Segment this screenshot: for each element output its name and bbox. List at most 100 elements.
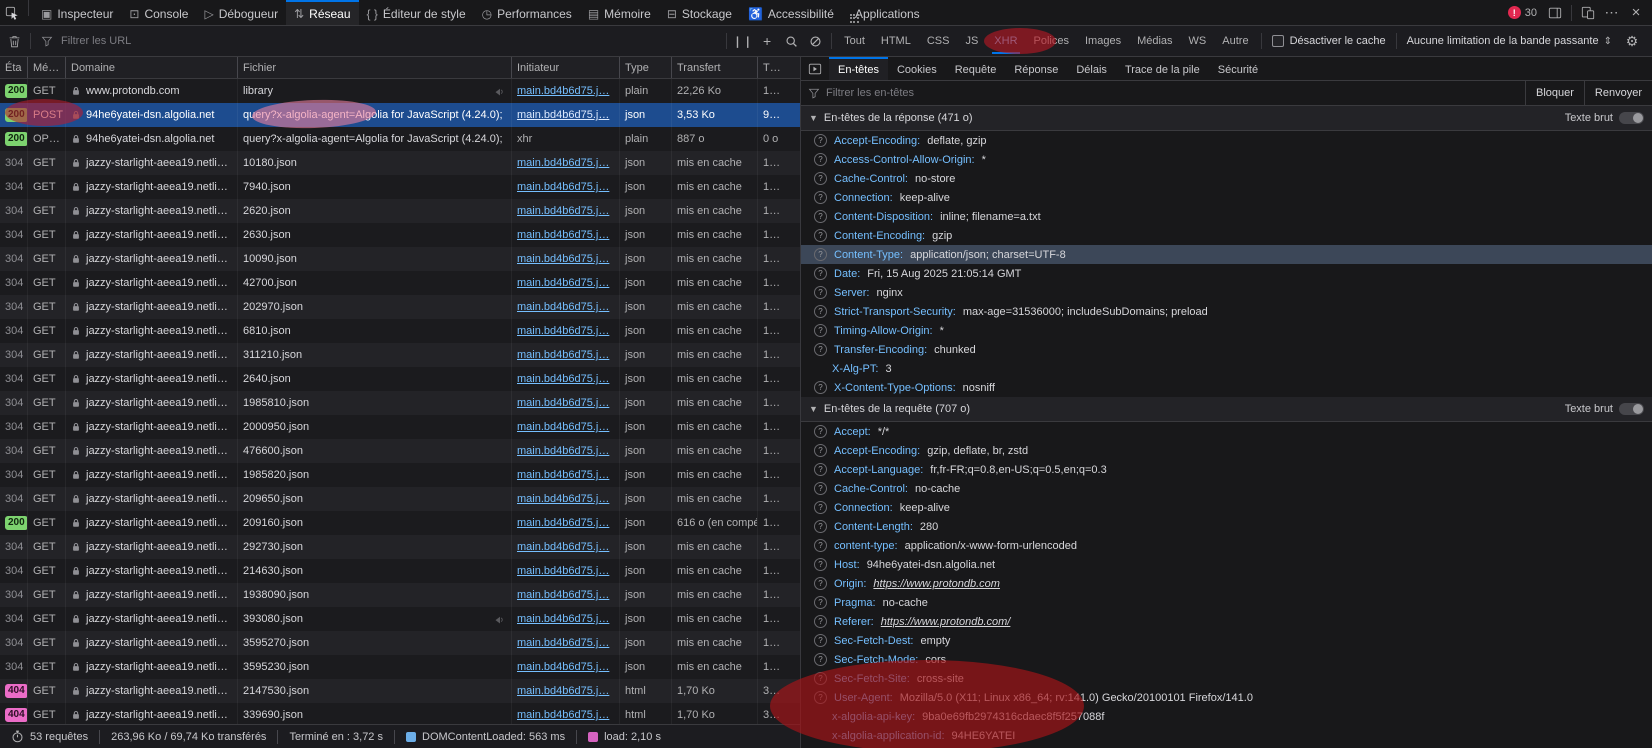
table-row[interactable]: 200OP…94he6yatei-dsn.algolia.netquery?x-… — [0, 127, 800, 151]
help-icon[interactable]: ? — [814, 653, 827, 666]
request-header-row[interactable]: ?Content-Length:280 — [801, 517, 1652, 536]
request-header-row[interactable]: ?Host:94he6yatei-dsn.algolia.net — [801, 555, 1652, 574]
table-row[interactable]: 304GETjazzy-starlight-aeea19.netli…10090… — [0, 247, 800, 271]
help-icon[interactable]: ? — [814, 596, 827, 609]
headers-filter-input[interactable] — [820, 87, 1525, 99]
table-row[interactable]: 304GETjazzy-starlight-aeea19.netli…47660… — [0, 439, 800, 463]
details-tab-r-ponse[interactable]: Réponse — [1005, 57, 1067, 80]
table-row[interactable]: 304GETjazzy-starlight-aeea19.netli…2640.… — [0, 367, 800, 391]
resend-request-button[interactable]: Renvoyer — [1584, 81, 1652, 105]
new-request-button[interactable]: + — [755, 26, 779, 56]
table-row[interactable]: 304GETjazzy-starlight-aeea19.netli…2620.… — [0, 199, 800, 223]
response-header-row[interactable]: X-Alg-PT:3 — [801, 359, 1652, 378]
initiator-link[interactable]: main.bd4b6d75.j… — [517, 709, 609, 721]
header-value-link[interactable]: https://www.protondb.com/ — [881, 616, 1011, 628]
request-header-row[interactable]: ?Connection:keep-alive — [801, 498, 1652, 517]
error-count-badge[interactable]: ! 30 — [1502, 6, 1543, 19]
table-row[interactable]: 304GETjazzy-starlight-aeea19.netli…19858… — [0, 463, 800, 487]
header-value-link[interactable]: https://www.protondb.com — [873, 578, 1000, 590]
request-header-row[interactable]: ?content-type:application/x-www-form-url… — [801, 536, 1652, 555]
help-icon[interactable]: ? — [814, 672, 827, 685]
help-icon[interactable]: ? — [814, 305, 827, 318]
type-filter-css[interactable]: CSS — [919, 26, 958, 56]
request-header-row[interactable]: x-algolia-application-id:94HE6YATEI — [801, 726, 1652, 745]
help-icon[interactable]: ? — [814, 501, 827, 514]
tab-d-bogueur[interactable]: ▷Débogueur — [196, 0, 286, 25]
initiator-link[interactable]: main.bd4b6d75.j… — [517, 277, 609, 289]
pause-traffic-button[interactable]: ❘❘ — [731, 26, 755, 56]
table-row[interactable]: 200GETjazzy-starlight-aeea19.netli…20916… — [0, 511, 800, 535]
response-header-row[interactable]: ?Transfer-Encoding:chunked — [801, 340, 1652, 359]
help-icon[interactable]: ? — [814, 634, 827, 647]
response-header-row[interactable]: ?X-Content-Type-Options:nosniff — [801, 378, 1652, 397]
table-row[interactable]: 304GETjazzy-starlight-aeea19.netli…42700… — [0, 271, 800, 295]
initiator-link[interactable]: main.bd4b6d75.j… — [517, 109, 609, 121]
help-icon[interactable]: ? — [814, 520, 827, 533]
initiator-link[interactable]: main.bd4b6d75.j… — [517, 541, 609, 553]
load-time[interactable]: load: 2,10 s — [576, 730, 672, 744]
initiator-link[interactable]: main.bd4b6d75.j… — [517, 85, 609, 97]
responsive-mode-button[interactable] — [1576, 0, 1600, 25]
column-header-0[interactable]: Éta — [0, 57, 28, 78]
help-icon[interactable]: ? — [814, 324, 827, 337]
type-filter-ws[interactable]: WS — [1181, 26, 1215, 56]
table-row[interactable]: 304GETjazzy-starlight-aeea19.netli…6810.… — [0, 319, 800, 343]
initiator-link[interactable]: main.bd4b6d75.j… — [517, 613, 609, 625]
pick-element-button[interactable] — [0, 0, 24, 25]
tab-console[interactable]: ⊡Console — [121, 0, 196, 25]
response-header-row[interactable]: ?Content-Encoding:gzip — [801, 226, 1652, 245]
request-headers-section-header[interactable]: ▼ En-têtes de la requête (707 o) Texte b… — [801, 397, 1652, 422]
domcontentloaded-time[interactable]: DOMContentLoaded: 563 ms — [394, 730, 576, 744]
response-headers-section-header[interactable]: ▼ En-têtes de la réponse (471 o) Texte b… — [801, 106, 1652, 131]
block-request-button[interactable] — [803, 26, 827, 56]
initiator-link[interactable]: main.bd4b6d75.j… — [517, 685, 609, 697]
initiator-link[interactable]: main.bd4b6d75.j… — [517, 661, 609, 673]
initiator-link[interactable]: main.bd4b6d75.j… — [517, 493, 609, 505]
response-header-row[interactable]: ?Server:nginx — [801, 283, 1652, 302]
response-header-row[interactable]: ?Timing-Allow-Origin:* — [801, 321, 1652, 340]
table-row[interactable]: 200POST94he6yatei-dsn.algolia.netquery?x… — [0, 103, 800, 127]
disable-cache-checkbox[interactable]: Désactiver le cache — [1266, 35, 1392, 47]
table-row[interactable]: 304GETjazzy-starlight-aeea19.netli…7940.… — [0, 175, 800, 199]
help-icon[interactable]: ? — [814, 153, 827, 166]
tab-applications[interactable]: Applications — [842, 0, 928, 25]
table-row[interactable]: 304GETjazzy-starlight-aeea19.netli…29273… — [0, 535, 800, 559]
help-icon[interactable]: ? — [814, 191, 827, 204]
request-header-row[interactable]: ?Origin:https://www.protondb.com — [801, 574, 1652, 593]
type-filter-autre[interactable]: Autre — [1214, 26, 1256, 56]
type-filter-images[interactable]: Images — [1077, 26, 1129, 56]
close-devtools-button[interactable]: × — [1624, 0, 1648, 25]
initiator-link[interactable]: main.bd4b6d75.j… — [517, 445, 609, 457]
column-header-3[interactable]: Fichier — [238, 57, 512, 78]
column-header-5[interactable]: Type — [620, 57, 672, 78]
initiator-link[interactable]: main.bd4b6d75.j… — [517, 229, 609, 241]
help-icon[interactable]: ? — [814, 691, 827, 704]
tab-stockage[interactable]: ⊟Stockage — [659, 0, 740, 25]
help-icon[interactable]: ? — [814, 229, 827, 242]
help-icon[interactable]: ? — [814, 343, 827, 356]
help-icon[interactable]: ? — [814, 539, 827, 552]
help-icon[interactable]: ? — [814, 425, 827, 438]
help-icon[interactable]: ? — [814, 248, 827, 261]
clear-requests-button[interactable] — [2, 26, 26, 56]
request-header-row[interactable]: ?Sec-Fetch-Dest:empty — [801, 631, 1652, 650]
table-row[interactable]: 304GETjazzy-starlight-aeea19.netli…20009… — [0, 415, 800, 439]
details-tab-d-lais[interactable]: Délais — [1067, 57, 1116, 80]
response-header-row[interactable]: ?Connection:keep-alive — [801, 188, 1652, 207]
table-row[interactable]: 304GETjazzy-starlight-aeea19.netli…20297… — [0, 295, 800, 319]
table-row[interactable]: 304GETjazzy-starlight-aeea19.netli…20965… — [0, 487, 800, 511]
table-row[interactable]: 304GETjazzy-starlight-aeea19.netli…21463… — [0, 559, 800, 583]
type-filter-html[interactable]: HTML — [873, 26, 919, 56]
details-tab-en-t-tes[interactable]: En-têtes — [829, 57, 888, 80]
type-filter-polices[interactable]: Polices — [1026, 26, 1077, 56]
tab-inspecteur[interactable]: ▣Inspecteur — [33, 0, 121, 25]
table-row[interactable]: 304GETjazzy-starlight-aeea19.netli…31121… — [0, 343, 800, 367]
block-url-button[interactable]: Bloquer — [1525, 81, 1584, 105]
help-icon[interactable]: ? — [814, 463, 827, 476]
help-icon[interactable]: ? — [814, 381, 827, 394]
column-header-1[interactable]: Mé… — [28, 57, 66, 78]
help-icon[interactable]: ? — [814, 267, 827, 280]
network-settings-button[interactable]: ⚙ — [1618, 26, 1652, 56]
initiator-link[interactable]: main.bd4b6d75.j… — [517, 421, 609, 433]
response-header-row[interactable]: ?Content-Type:application/json; charset=… — [801, 245, 1652, 264]
